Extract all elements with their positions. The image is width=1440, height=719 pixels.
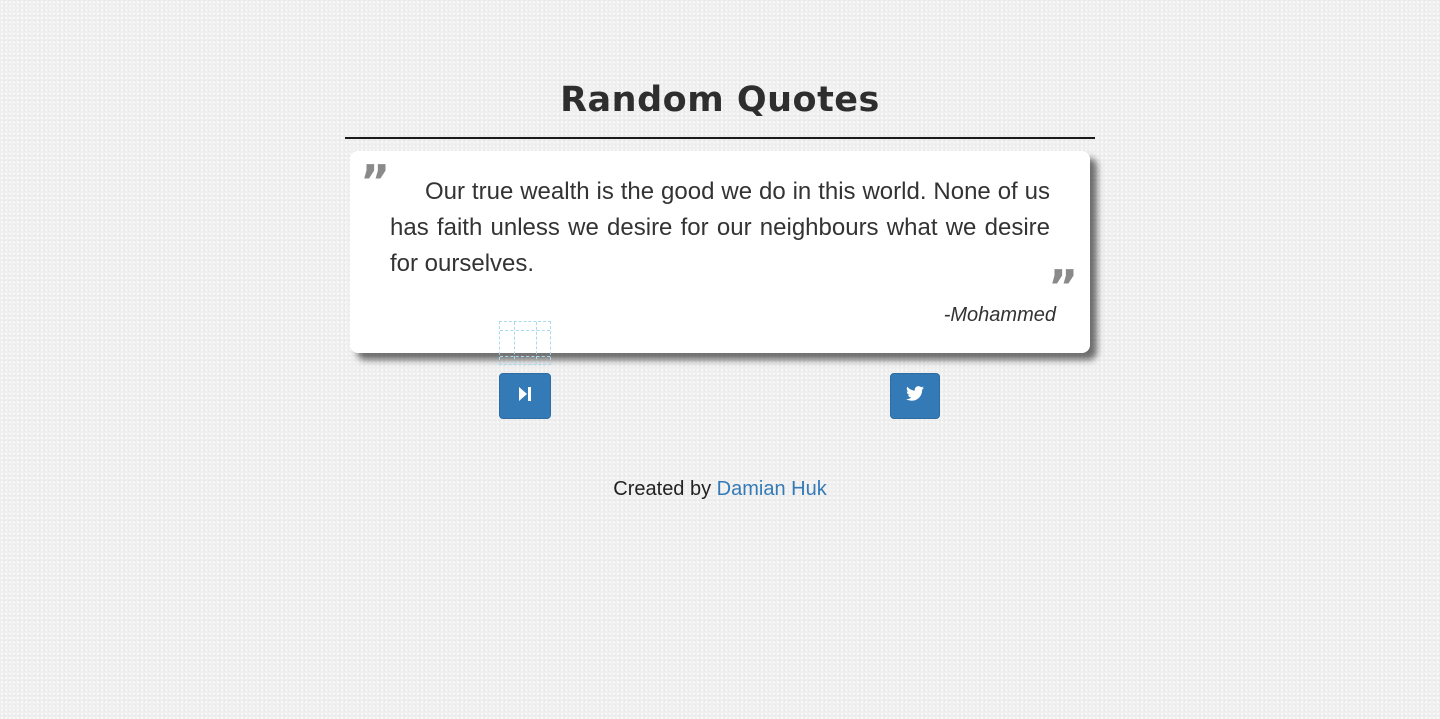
page-title: Random Quotes bbox=[560, 80, 880, 120]
footer-credit-text: Created by bbox=[613, 478, 717, 500]
title-divider bbox=[345, 137, 1095, 139]
quote-author: -Mohammed bbox=[943, 304, 1056, 326]
step-forward-icon bbox=[518, 386, 532, 407]
footer: Created by Damian Huk bbox=[345, 478, 1095, 501]
new-quote-button[interactable] bbox=[499, 373, 551, 419]
author-link[interactable]: Damian Huk bbox=[717, 478, 827, 500]
quote-card: ” Our true wealth is the good we do in t… bbox=[350, 151, 1090, 353]
open-quote-icon: ” bbox=[360, 155, 391, 209]
twitter-icon bbox=[906, 386, 924, 406]
quote-text: Our true wealth is the good we do in thi… bbox=[390, 178, 1050, 277]
tweet-quote-button[interactable] bbox=[890, 373, 940, 419]
